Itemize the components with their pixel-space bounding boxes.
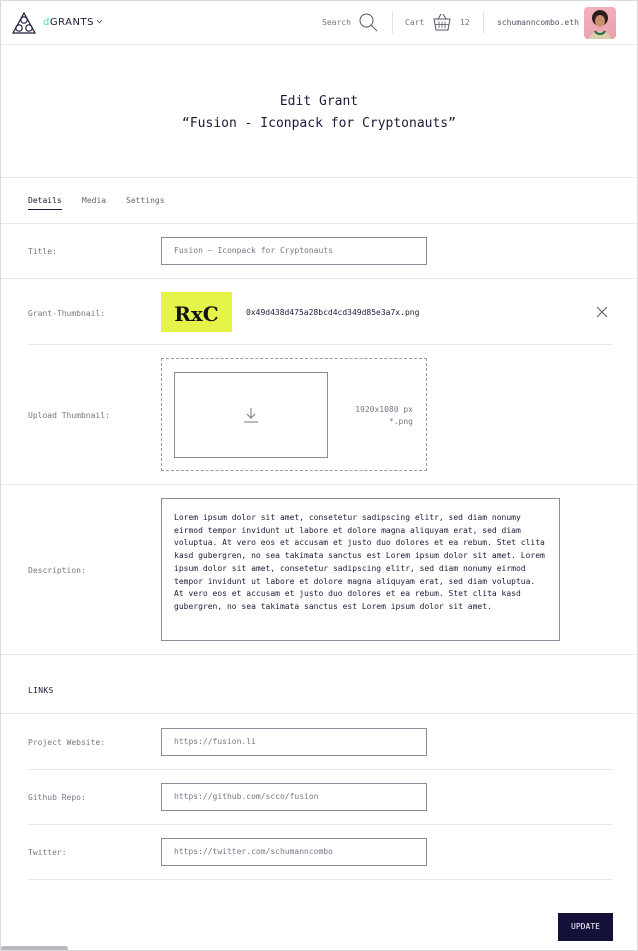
- github-input[interactable]: https://github.com/scco/fusion: [161, 783, 427, 811]
- page-title: Edit Grant: [279, 94, 359, 109]
- description-label: Description:: [28, 566, 86, 575]
- divider: [1, 278, 637, 279]
- divider: [1, 654, 637, 655]
- thumbnail-logo-text: RxC: [174, 302, 218, 326]
- website-label: Project Website:: [28, 738, 106, 747]
- links-section-title: LINKS: [28, 686, 54, 695]
- divider: [28, 769, 613, 770]
- search-icon[interactable]: [358, 12, 378, 32]
- header-divider: [392, 12, 393, 34]
- avatar-portrait-icon: [589, 10, 611, 39]
- cart-label[interactable]: Cart: [405, 18, 424, 27]
- divider: [28, 344, 613, 345]
- github-label: Github Repo:: [28, 793, 86, 802]
- brand-prefix: d: [43, 17, 50, 28]
- divider: [1, 713, 637, 714]
- header-divider: [483, 12, 484, 34]
- twitter-input[interactable]: https://twitter.com/schumanncombo: [161, 838, 427, 866]
- search-label[interactable]: Search: [322, 18, 351, 27]
- brand-rest: GRANTS: [49, 17, 94, 28]
- twitter-label: Twitter:: [28, 848, 67, 857]
- website-input[interactable]: https://fusion.li: [161, 728, 427, 756]
- page-frame: dGRANTS Search Cart 12 schumanncombo.eth: [0, 0, 638, 951]
- top-header: dGRANTS Search Cart 12 schumanncombo.eth: [1, 1, 637, 45]
- divider: [28, 879, 613, 880]
- cart-icon[interactable]: [432, 12, 452, 32]
- avatar[interactable]: [584, 7, 616, 39]
- thumbnail-logo: RxC: [174, 302, 218, 326]
- update-button[interactable]: UPDATE: [558, 913, 613, 941]
- title-block: Edit Grant “Fusion - Iconpack for Crypto…: [1, 91, 637, 135]
- brand-name[interactable]: dGRANTS: [43, 17, 94, 28]
- title-label: Title:: [28, 247, 57, 256]
- tab-settings[interactable]: Settings: [126, 196, 165, 205]
- thumbnail-filename: 0x49d438d475a28bcd4cd349d85e3a7x.png: [246, 308, 420, 317]
- upload-dims: 1920x1080 px: [355, 405, 413, 414]
- upload-ext: *.png: [388, 417, 413, 426]
- horizontal-scrollbar[interactable]: [1, 946, 68, 950]
- cart-count: 12: [460, 18, 470, 27]
- divider: [1, 484, 637, 485]
- upload-label: Upload Thumbnail:: [28, 411, 110, 420]
- grant-name: “Fusion - Iconpack for Cryptonauts”: [182, 116, 456, 131]
- divider: [1, 223, 637, 224]
- logo-icon[interactable]: [11, 11, 37, 35]
- user-name[interactable]: schumanncombo.eth: [497, 18, 579, 27]
- thumbnail-label: Grant-Thumbnail:: [28, 309, 106, 318]
- description-textarea[interactable]: Lorem ipsum dolor sit amet, consetetur s…: [161, 498, 560, 641]
- title-input[interactable]: Fusion – Iconpack for Cryptonauts: [161, 237, 427, 265]
- close-icon[interactable]: [596, 306, 608, 318]
- thumbnail-preview: RxC: [161, 292, 232, 332]
- divider: [1, 177, 637, 178]
- chevron-down-icon[interactable]: [96, 18, 103, 25]
- tab-media[interactable]: Media: [82, 196, 106, 205]
- download-icon: [244, 408, 258, 423]
- tab-details[interactable]: Details: [28, 196, 62, 210]
- upload-requirements: 1920x1080 px *.png: [341, 404, 413, 428]
- divider: [28, 824, 613, 825]
